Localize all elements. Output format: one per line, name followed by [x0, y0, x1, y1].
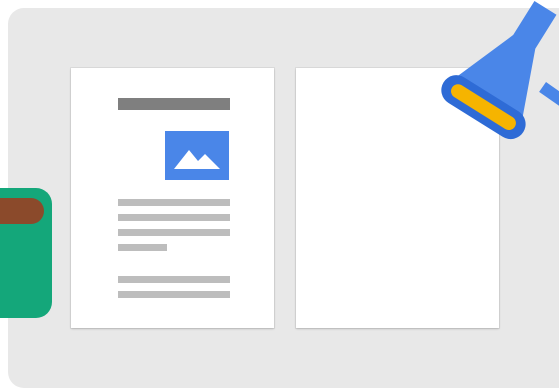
- text-line: [118, 291, 230, 298]
- text-line: [118, 214, 230, 221]
- text-line: [118, 229, 230, 236]
- image-icon: [165, 131, 229, 180]
- text-line: [118, 244, 167, 251]
- image-icon-graphic: [165, 131, 229, 180]
- lamp-graphic: [441, 1, 559, 140]
- text-line: [118, 199, 230, 206]
- lamp-icon: [420, 0, 559, 160]
- device-cap: [0, 198, 44, 224]
- text-line: [118, 276, 230, 283]
- image-icon-background: [165, 131, 229, 180]
- illustration: [0, 0, 559, 390]
- title-placeholder: [118, 98, 230, 110]
- lamp-arm: [539, 82, 559, 108]
- device-icon: [0, 188, 52, 318]
- document-page: [71, 68, 274, 328]
